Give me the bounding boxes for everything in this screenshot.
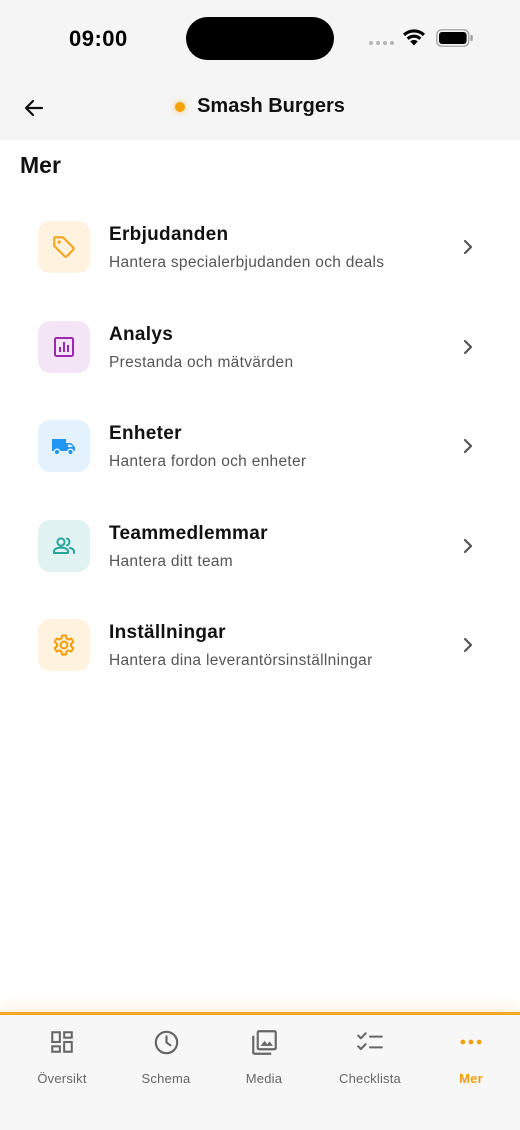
analytics-icon bbox=[54, 336, 74, 357]
menu-icon-box bbox=[38, 320, 90, 373]
menu-icon-box bbox=[38, 420, 90, 472]
status-dot bbox=[175, 101, 186, 112]
status-bar: 09:00 bbox=[0, 0, 520, 78]
tab-schedule[interactable]: Schema bbox=[116, 1027, 216, 1087]
chevron-right-icon bbox=[463, 239, 473, 255]
tab-media[interactable]: Media bbox=[214, 1027, 314, 1087]
menu-item-settings[interactable]: Inställningar Hantera dina leverantörsin… bbox=[0, 596, 520, 696]
chevron-right-icon bbox=[463, 538, 473, 553]
menu-list: Erbjudanden Hantera specialerbjudanden o… bbox=[0, 198, 520, 696]
tab-label: Mer bbox=[459, 1071, 483, 1086]
gallery-icon bbox=[251, 1029, 277, 1055]
menu-item-devices[interactable]: Enheter Hantera fordon och enheter bbox=[0, 397, 520, 497]
chevron-right-icon bbox=[463, 637, 473, 653]
menu-item-subtitle: Prestanda och mätvärden bbox=[109, 353, 294, 371]
wifi-icon bbox=[403, 29, 425, 46]
menu-item-subtitle: Hantera dina leverantörsinställningar bbox=[109, 652, 373, 669]
tab-bar: Översikt Schema Media Checklista Mer bbox=[0, 1012, 520, 1130]
nav-title-group: Smash Burgers bbox=[0, 95, 520, 118]
menu-item-subtitle: Hantera specialerbjudanden och deals bbox=[109, 254, 385, 271]
battery-icon bbox=[436, 29, 473, 47]
menu-item-title: Analys bbox=[109, 323, 174, 345]
menu-item-title: Inställningar bbox=[109, 622, 226, 643]
status-time: 09:00 bbox=[69, 26, 128, 51]
more-icon bbox=[460, 1039, 482, 1045]
chevron-right-icon bbox=[463, 438, 473, 454]
page-title: Smash Burgers bbox=[197, 95, 345, 117]
menu-item-subtitle: Hantera fordon och enheter bbox=[109, 453, 307, 470]
tab-label: Översikt bbox=[37, 1071, 87, 1086]
clock-icon bbox=[154, 1030, 178, 1054]
menu-item-title: Enheter bbox=[109, 423, 182, 444]
gear-icon bbox=[53, 634, 75, 656]
tab-label: Media bbox=[245, 1071, 283, 1086]
tab-label: Schema bbox=[141, 1071, 191, 1086]
section-title: Mer bbox=[20, 152, 61, 178]
truck-icon bbox=[52, 439, 75, 456]
chevron-right-icon bbox=[463, 339, 473, 354]
tab-overview[interactable]: Översikt bbox=[12, 1027, 112, 1087]
menu-item-analytics[interactable]: Analys Prestanda och mätvärden bbox=[0, 298, 520, 398]
menu-icon-box bbox=[38, 619, 90, 671]
tab-more[interactable]: Mer bbox=[421, 1027, 520, 1087]
tag-icon bbox=[53, 236, 75, 258]
menu-item-offers[interactable]: Erbjudanden Hantera specialerbjudanden o… bbox=[0, 198, 520, 298]
menu-icon-box bbox=[38, 519, 90, 572]
dynamic-island bbox=[186, 17, 334, 60]
menu-item-title: Erbjudanden bbox=[109, 224, 229, 245]
tab-label: Checklista bbox=[339, 1071, 401, 1086]
nav-bar: Smash Burgers bbox=[0, 78, 520, 140]
people-icon bbox=[53, 536, 75, 554]
top-area: 09:00 Smash Burgers bbox=[0, 0, 520, 140]
menu-item-title: Teammedlemmar bbox=[109, 522, 268, 544]
menu-item-team[interactable]: Teammedlemmar Hantera ditt team bbox=[0, 497, 520, 597]
checklist-icon bbox=[357, 1032, 383, 1051]
cellular-signal-icon bbox=[369, 41, 394, 45]
tab-checklist[interactable]: Checklista bbox=[320, 1027, 420, 1087]
menu-icon-box bbox=[38, 221, 90, 273]
menu-item-subtitle: Hantera ditt team bbox=[109, 552, 233, 570]
dashboard-icon bbox=[51, 1031, 73, 1053]
